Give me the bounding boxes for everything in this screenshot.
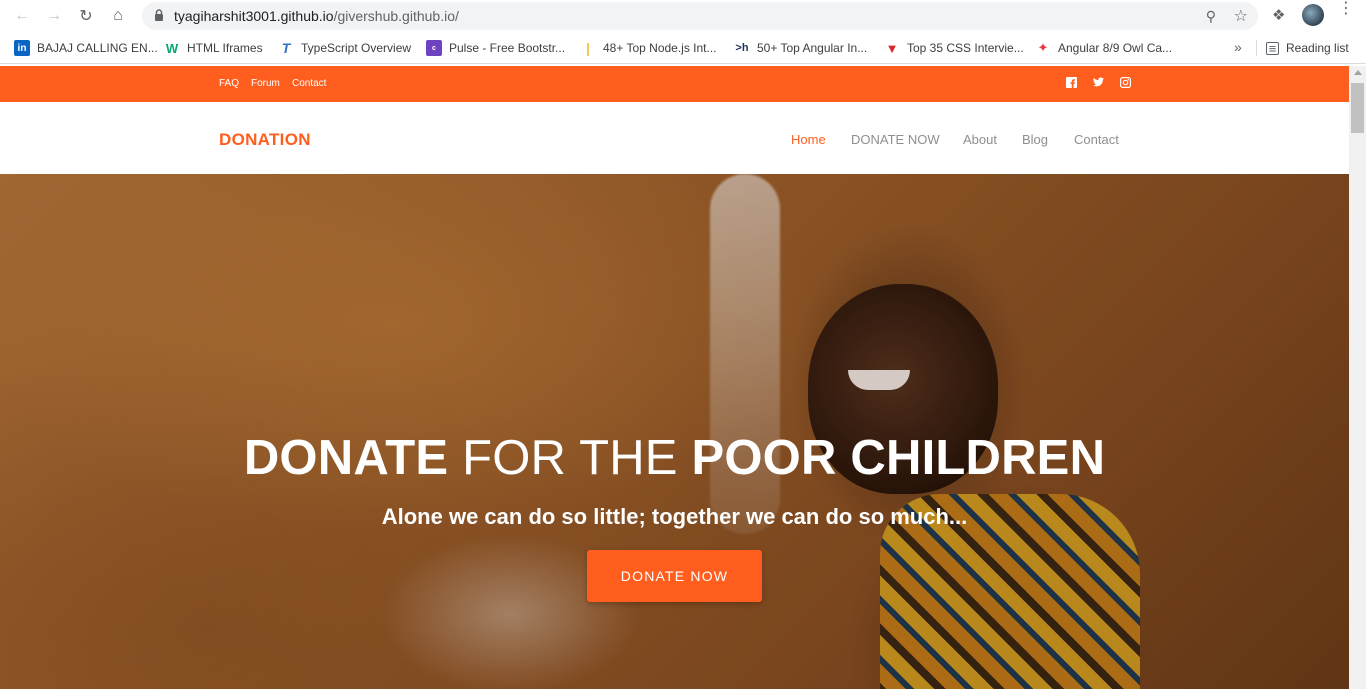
reading-list-button[interactable]: ≡ Reading list xyxy=(1266,39,1349,57)
lock-icon xyxy=(155,9,163,21)
back-icon[interactable]: ← xyxy=(12,6,32,26)
scroll-up-arrow-icon[interactable] xyxy=(1354,70,1362,75)
bookmark-label: Top 35 CSS Intervie... xyxy=(907,41,1024,55)
browser-menu-icon[interactable]: ⋮ xyxy=(1338,1,1354,17)
hero-subtitle: Alone we can do so little; together we c… xyxy=(381,504,968,529)
zoom-icon[interactable]: ⚲ xyxy=(1206,8,1216,25)
profile-avatar[interactable] xyxy=(1302,4,1324,26)
bookmark-item[interactable]: in BAJAJ CALLING EN... xyxy=(14,39,158,57)
bookmark-label: TypeScript Overview xyxy=(301,41,412,55)
reading-list-icon: ≡ xyxy=(1266,41,1279,56)
bookmark-item[interactable]: ✦ Angular 8/9 Owl Ca... xyxy=(1035,39,1172,57)
home-icon[interactable]: ⌂ xyxy=(108,6,128,26)
bookmark-separator xyxy=(1256,40,1257,56)
hero-title: DONATE FOR THE POOR CHILDREN xyxy=(0,430,1349,486)
top-bar: FAQ Forum Contact xyxy=(0,66,1349,102)
bookmark-label: BAJAJ CALLING EN... xyxy=(37,41,158,55)
linkedin-icon: in xyxy=(14,40,30,56)
hero-title-part-1: DONATE xyxy=(243,431,449,485)
hero-banner: DONATE FOR THE POOR CHILDREN Alone we ca… xyxy=(0,174,1349,689)
triangle-icon: ▼ xyxy=(884,40,900,56)
bookmarks-bar: in BAJAJ CALLING EN... W HTML Iframes T Typ… xyxy=(0,32,1366,64)
reading-list-label: Reading list xyxy=(1286,41,1349,55)
typescript-icon: T xyxy=(278,40,294,56)
bookmark-label: Pulse - Free Bootstr... xyxy=(449,41,566,55)
bookmark-item[interactable]: W HTML Iframes xyxy=(164,39,263,57)
forward-icon[interactable]: → xyxy=(44,6,64,26)
hero-title-part-3: POOR CHILDREN xyxy=(691,431,1106,485)
browser-toolbar: ← → ↻ ⌂ tyagiharshit3001.github.io/giver… xyxy=(0,0,1366,32)
site-header: DONATION Home DONATE NOW About Blog Cont… xyxy=(0,102,1349,174)
nav-donate-now[interactable]: DONATE NOW xyxy=(851,132,940,147)
nav-blog[interactable]: Blog xyxy=(1022,132,1048,147)
page-scrollbar[interactable] xyxy=(1349,66,1366,689)
bookmark-item[interactable]: | 48+ Top Node.js Int... xyxy=(580,39,717,57)
nav-contact[interactable]: Contact xyxy=(1074,132,1119,147)
twitter-icon[interactable] xyxy=(1092,76,1104,88)
topbar-link-contact[interactable]: Contact xyxy=(292,78,326,89)
hackr-icon: >h xyxy=(734,40,750,56)
url-path: /givershub.github.io/ xyxy=(333,8,459,24)
address-bar[interactable]: tyagiharshit3001.github.io/givershub.git… xyxy=(142,2,1258,30)
bookmark-label: 48+ Top Node.js Int... xyxy=(603,41,717,55)
colorlib-icon: c xyxy=(426,40,442,56)
instagram-glyph xyxy=(1119,76,1131,88)
hero-title-part-2: FOR THE xyxy=(448,431,692,485)
instagram-icon[interactable] xyxy=(1119,76,1131,88)
bookmark-item[interactable]: c Pulse - Free Bootstr... xyxy=(426,39,565,57)
bookmark-item[interactable]: ▼ Top 35 CSS Intervie... xyxy=(884,39,1024,57)
w3schools-icon: W xyxy=(164,40,180,56)
url-host: tyagiharshit3001.github.io xyxy=(174,8,334,24)
bookmark-label: Angular 8/9 Owl Ca... xyxy=(1058,41,1173,55)
topbar-link-forum[interactable]: Forum xyxy=(251,78,280,89)
scroll-thumb[interactable] xyxy=(1351,83,1364,133)
twitter-glyph xyxy=(1092,77,1104,87)
bookmark-item[interactable]: >h 50+ Top Angular In... xyxy=(734,39,867,57)
facebook-glyph xyxy=(1065,76,1077,88)
more-bookmarks-icon[interactable]: » xyxy=(1234,39,1242,55)
extensions-puzzle-icon[interactable]: ❖ xyxy=(1272,6,1285,24)
reload-icon[interactable]: ↻ xyxy=(76,6,96,26)
node-bars-icon: | xyxy=(580,40,596,56)
bookmark-item[interactable]: T TypeScript Overview xyxy=(278,39,411,57)
bookmark-label: 50+ Top Angular In... xyxy=(757,41,868,55)
bookmark-star-icon[interactable]: ☆ xyxy=(1234,6,1248,26)
donate-now-button[interactable]: DONATE NOW xyxy=(587,550,762,602)
nav-about[interactable]: About xyxy=(963,132,997,147)
angular-owl-icon: ✦ xyxy=(1035,40,1051,56)
bookmark-label: HTML Iframes xyxy=(187,41,263,55)
site-logo[interactable]: DONATION xyxy=(219,130,311,150)
url-text: tyagiharshit3001.github.io/givershub.git… xyxy=(174,8,459,24)
topbar-link-faq[interactable]: FAQ xyxy=(219,78,239,89)
nav-home[interactable]: Home xyxy=(791,132,826,147)
facebook-icon[interactable] xyxy=(1065,76,1077,88)
web-page: FAQ Forum Contact DONATION Home DONATE N… xyxy=(0,66,1349,689)
